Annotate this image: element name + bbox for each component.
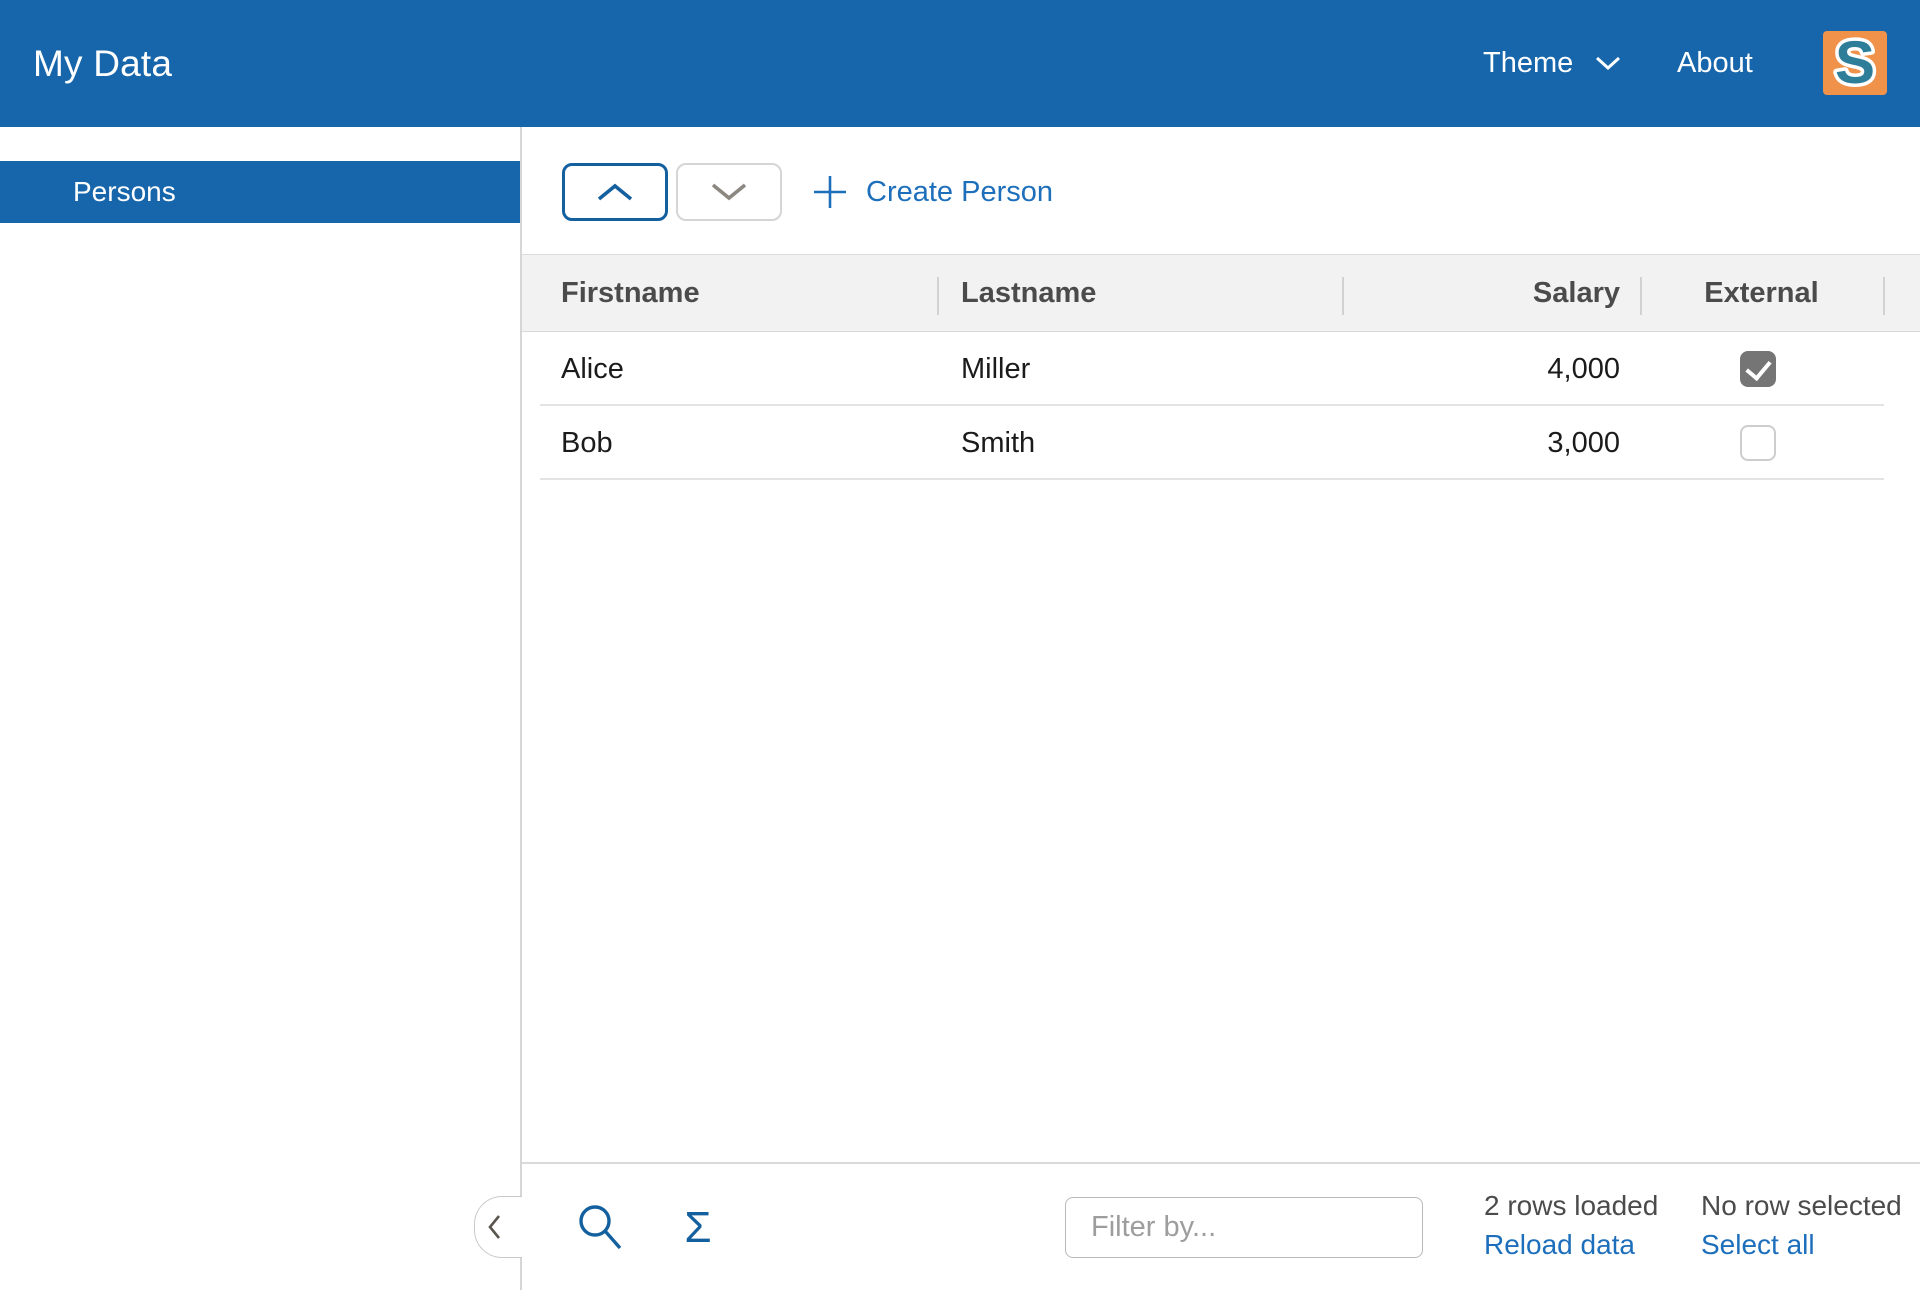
move-up-button[interactable] [562,163,668,221]
about-menu-button[interactable]: About [1677,0,1753,127]
cell-lastname: Smith [961,426,1036,459]
theme-menu-label: Theme [1483,47,1574,79]
selection-status: No row selected Select all [1701,1190,1902,1261]
app-header: My Data Theme About S [0,0,1920,127]
column-divider[interactable] [1342,277,1344,315]
rows-loaded-text: 2 rows loaded [1484,1190,1659,1221]
sidebar-item-label: Persons [73,176,176,207]
app-title: My Data [33,42,173,84]
table-row[interactable]: Bob Smith 3,000 [522,406,1920,480]
sigma-icon: Σ [684,1203,712,1252]
statusbar-divider [522,1162,1920,1164]
cell-salary: 3,000 [1547,426,1620,459]
application-window: My Data Theme About S Persons Create Per… [0,0,1920,1290]
cell-salary: 4,000 [1547,352,1620,385]
cell-firstname: Alice [561,352,624,385]
move-down-button[interactable] [676,163,782,221]
reload-data-link[interactable]: Reload data [1484,1229,1658,1261]
collapse-navigation-handle[interactable] [474,1196,522,1258]
cell-lastname: Miller [961,352,1031,385]
column-divider[interactable] [937,277,939,315]
external-checkbox-unchecked[interactable] [1740,425,1776,461]
table-header: Firstname Lastname Salary External [522,254,1920,333]
selection-status-text: No row selected [1701,1190,1902,1221]
column-header-external[interactable]: External [1640,255,1883,331]
column-header-firstname[interactable]: Firstname [561,255,700,331]
table-row[interactable]: Alice Miller 4,000 [522,332,1920,406]
column-divider[interactable] [1883,277,1885,315]
about-menu-label: About [1677,47,1753,79]
sidebar: Persons [0,127,520,1290]
chevron-left-icon [487,1215,500,1239]
chevron-up-icon [597,183,633,201]
search-icon [579,1205,622,1250]
app-logo: S [1823,26,1887,100]
svg-text:S: S [1835,29,1875,96]
create-person-label: Create Person [866,175,1053,208]
aggregate-button[interactable]: Σ [676,1202,720,1254]
chevron-down-icon [1596,56,1621,71]
filter-input[interactable] [1065,1197,1423,1258]
select-all-link[interactable]: Select all [1701,1229,1902,1261]
cell-firstname: Bob [561,426,613,459]
table-body: Alice Miller 4,000 Bob Smith 3,000 [522,332,1920,482]
row-count-status: 2 rows loaded Reload data [1484,1190,1658,1261]
column-header-lastname[interactable]: Lastname [961,255,1096,331]
sidebar-item-persons[interactable]: Persons [0,161,520,223]
row-divider [540,478,1884,480]
theme-menu-button[interactable]: Theme [1483,0,1621,127]
chevron-down-icon [711,183,747,201]
column-header-salary[interactable]: Salary [1342,255,1620,331]
create-person-button[interactable]: Create Person [812,163,1053,221]
logo-s-icon: S [1831,26,1878,100]
search-button[interactable] [576,1202,628,1254]
external-checkbox-checked[interactable] [1740,351,1776,387]
plus-icon [814,176,846,208]
column-divider[interactable] [1640,277,1642,315]
